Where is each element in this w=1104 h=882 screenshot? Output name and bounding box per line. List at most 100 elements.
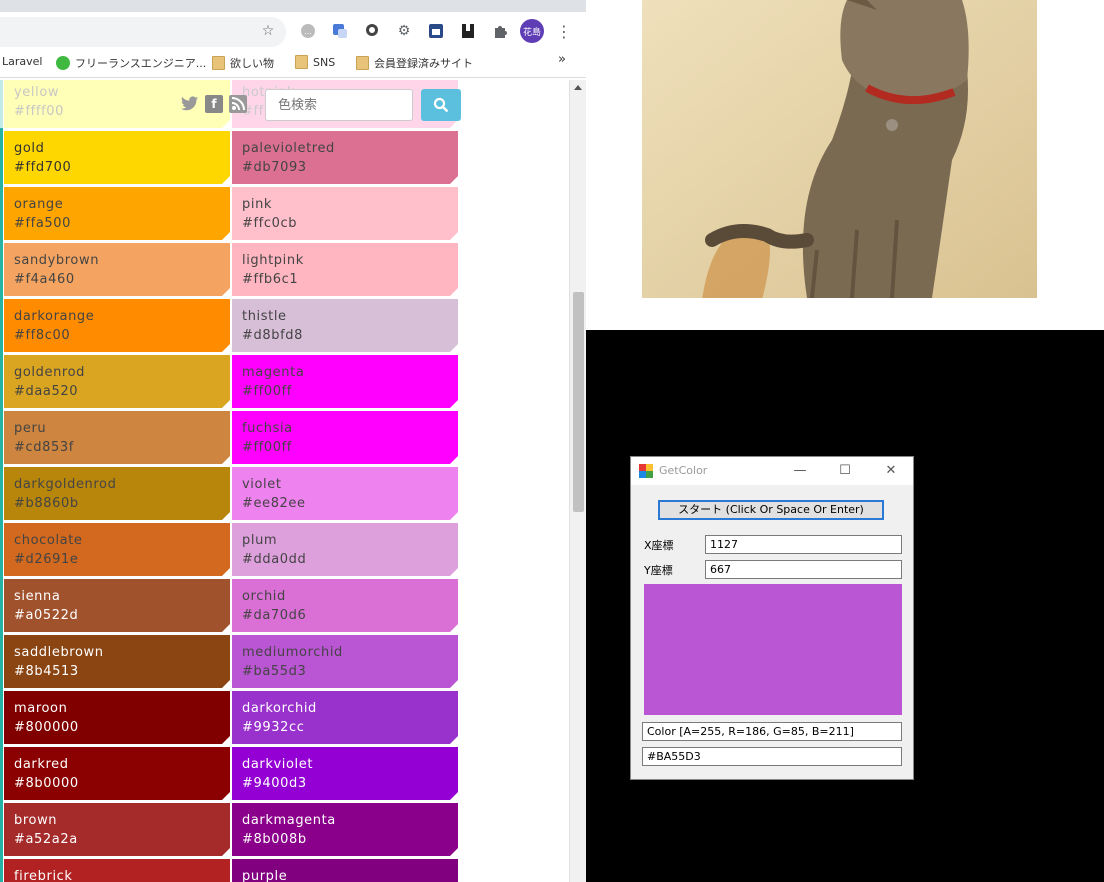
bookmark-extension-icon[interactable]: [458, 21, 478, 41]
y-coordinate-field[interactable]: 667: [705, 560, 902, 579]
color-tile-lightpink[interactable]: lightpink #ffb6c1: [232, 243, 458, 296]
color-name: darkmagenta: [242, 813, 336, 828]
color-tile-plum[interactable]: plum #dda0dd: [232, 523, 458, 576]
maximize-icon[interactable]: ☐: [834, 461, 856, 481]
color-name: palevioletred: [242, 141, 335, 156]
rss-icon[interactable]: [229, 95, 247, 113]
color-name: darkorchid: [242, 701, 317, 716]
color-hex: #8b4513: [14, 664, 79, 679]
color-tile-saddlebrown[interactable]: saddlebrown #8b4513: [4, 635, 230, 688]
color-hex: #ffc0cb: [242, 216, 298, 231]
bookmark-freelance[interactable]: フリーランスエンジニア...: [56, 55, 206, 71]
color-swatch: [644, 584, 902, 715]
star-icon[interactable]: ☆: [258, 21, 278, 41]
color-hex-field[interactable]: #BA55D3: [642, 747, 902, 766]
page-header: f: [0, 80, 470, 128]
search-button[interactable]: [421, 89, 461, 121]
color-tile-gold[interactable]: gold #ffd700: [4, 131, 230, 184]
color-tile-maroon[interactable]: maroon #800000: [4, 691, 230, 744]
color-tile-darkred[interactable]: darkred #8b0000: [4, 747, 230, 800]
speech-extension-icon[interactable]: [362, 21, 382, 41]
bookmark-folder-sns[interactable]: SNS: [295, 55, 335, 69]
color-name: brown: [14, 813, 58, 828]
color-tile-darkorchid[interactable]: darkorchid #9932cc: [232, 691, 458, 744]
bookmark-label: Laravel: [2, 55, 43, 68]
puzzle-extensions-icon[interactable]: [490, 21, 510, 41]
color-hex: #ff00ff: [242, 384, 292, 399]
left-color-strip: [0, 80, 3, 882]
minimize-icon[interactable]: —: [789, 461, 811, 481]
color-hex: #ee82ee: [242, 496, 306, 511]
color-hex: #da70d6: [242, 608, 307, 623]
folder-icon: [356, 56, 369, 70]
color-hex: #a52a2a: [14, 832, 78, 847]
color-hex: #ffa500: [14, 216, 72, 231]
color-tile-pink[interactable]: pink #ffc0cb: [232, 187, 458, 240]
color-tile-peru[interactable]: peru #cd853f: [4, 411, 230, 464]
x-coordinate-field[interactable]: 1127: [705, 535, 902, 554]
color-tile-chocolate[interactable]: chocolate #d2691e: [4, 523, 230, 576]
calendar-extension-icon[interactable]: [426, 21, 446, 41]
color-hex: #db7093: [242, 160, 307, 175]
color-tile-fuchsia[interactable]: fuchsia #ff00ff: [232, 411, 458, 464]
address-bar[interactable]: [0, 17, 286, 47]
color-name: fuchsia: [242, 421, 293, 436]
menu-kebab-icon[interactable]: ⋮: [554, 21, 574, 41]
color-tile-orange[interactable]: orange #ffa500: [4, 187, 230, 240]
more-bookmarks-button[interactable]: »: [558, 52, 566, 67]
color-hex: #ff00ff: [242, 440, 292, 455]
page-scrollbar[interactable]: [569, 80, 586, 882]
color-hex: #ffd700: [14, 160, 72, 175]
color-tile-orchid[interactable]: orchid #da70d6: [232, 579, 458, 632]
color-tile-darkmagenta[interactable]: darkmagenta #8b008b: [232, 803, 458, 856]
search-icon: [433, 97, 449, 113]
translate-extension-icon[interactable]: [330, 21, 350, 41]
color-tile-darkorange[interactable]: darkorange #ff8c00: [4, 299, 230, 352]
color-tile-magenta[interactable]: magenta #ff00ff: [232, 355, 458, 408]
color-hex: #ffb6c1: [242, 272, 299, 287]
color-tile-violet[interactable]: violet #ee82ee: [232, 467, 458, 520]
color-hex: #cd853f: [14, 440, 74, 455]
color-tile-mediumorchid[interactable]: mediumorchid #ba55d3: [232, 635, 458, 688]
bookmark-folder-wishlist[interactable]: 欲しい物: [212, 55, 274, 71]
facebook-icon[interactable]: f: [205, 95, 223, 113]
color-hex: #d8bfd8: [242, 328, 303, 343]
color-tile-darkgoldenrod[interactable]: darkgoldenrod #b8860b: [4, 467, 230, 520]
gear-extension-icon[interactable]: ⚙: [394, 21, 414, 41]
bookmark-folder-registered[interactable]: 会員登録済みサイト: [356, 55, 473, 71]
color-hex: #ff8c00: [14, 328, 71, 343]
scroll-thumb[interactable]: [573, 292, 584, 512]
color-name: darkred: [14, 757, 69, 772]
color-tile-purple[interactable]: purple#800080: [232, 859, 458, 882]
color-tile-sandybrown[interactable]: sandybrown #f4a460: [4, 243, 230, 296]
color-tile-palevioletred[interactable]: palevioletred #db7093: [232, 131, 458, 184]
color-name: goldenrod: [14, 365, 85, 380]
chat-extension-icon[interactable]: …: [298, 21, 318, 41]
color-tile-darkviolet[interactable]: darkviolet #9400d3: [232, 747, 458, 800]
profile-avatar[interactable]: 花島: [520, 19, 544, 43]
browser-window: ☆ … ⚙ 花島 ⋮ Laravel フリーランスエンジニア... 欲しい物 S…: [0, 0, 586, 882]
page-viewport: yellow#ffff00gold#ffd700orange#ffa500san…: [0, 80, 570, 882]
bookmark-label: 欲しい物: [230, 57, 274, 70]
color-name: saddlebrown: [14, 645, 104, 660]
color-name: orchid: [242, 589, 286, 604]
y-coordinate-label: Y座標: [644, 564, 673, 577]
color-tile-sienna[interactable]: sienna #a0522d: [4, 579, 230, 632]
start-button[interactable]: スタート (Click Or Space Or Enter): [658, 500, 884, 520]
getcolor-titlebar[interactable]: GetColor — ☐ ✕: [631, 457, 913, 485]
color-search-input[interactable]: [265, 89, 413, 121]
close-icon[interactable]: ✕: [880, 461, 902, 481]
color-name: peru: [14, 421, 47, 436]
scroll-up-arrow-icon[interactable]: [574, 85, 582, 90]
bookmark-laravel[interactable]: Laravel: [2, 55, 42, 68]
color-tile-goldenrod[interactable]: goldenrod #daa520: [4, 355, 230, 408]
color-tile-firebrick[interactable]: firebrick#b22222: [4, 859, 230, 882]
color-tile-brown[interactable]: brown #a52a2a: [4, 803, 230, 856]
color-hex: #daa520: [14, 384, 79, 399]
color-tile-thistle[interactable]: thistle #d8bfd8: [232, 299, 458, 352]
color-argb-field[interactable]: Color [A=255, R=186, G=85, B=211]: [642, 722, 902, 741]
color-hex: #dda0dd: [242, 552, 307, 567]
twitter-icon[interactable]: [181, 95, 199, 113]
color-hex: #9400d3: [242, 776, 307, 791]
svg-text:…: …: [304, 27, 312, 36]
